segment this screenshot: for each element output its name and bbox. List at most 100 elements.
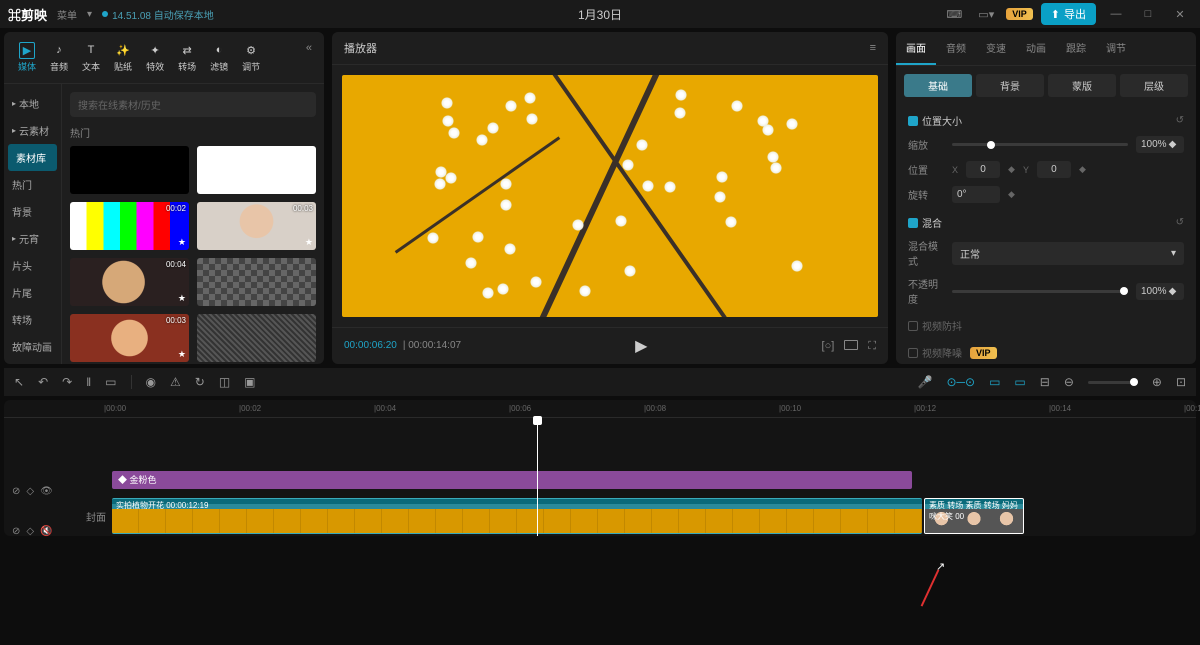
prop-subtab-1[interactable]: 背景 xyxy=(976,74,1044,97)
tool-tab-6[interactable]: ◐滤镜 xyxy=(204,38,234,77)
sidenav-item-1[interactable]: ▸云素材 xyxy=(4,117,61,144)
search-input[interactable]: 搜索在线素材/历史 xyxy=(70,92,316,117)
play-button[interactable]: ▶ xyxy=(635,336,647,356)
zoom-slider[interactable] xyxy=(1088,381,1138,384)
reset-blend-icon[interactable]: ↺ xyxy=(1176,217,1184,228)
tool-tab-1[interactable]: ♪音频 xyxy=(44,38,74,77)
menu-label[interactable]: 菜单 xyxy=(57,7,77,22)
prop-tab-0[interactable]: 画面 xyxy=(896,32,936,65)
effect-clip[interactable]: ◆ 金粉色 xyxy=(112,471,912,489)
close-button[interactable]: ✕ xyxy=(1168,8,1192,21)
export-button[interactable]: ⬆导出 xyxy=(1041,3,1096,25)
scale-slider[interactable] xyxy=(952,143,1128,146)
fullscreen-icon[interactable]: ⛶ xyxy=(868,340,876,353)
sidenav-item-3[interactable]: 热门 xyxy=(4,171,61,198)
undo-icon[interactable]: ↶ xyxy=(38,375,48,389)
denoise-checkbox[interactable] xyxy=(908,348,918,358)
media-thumb-0[interactable] xyxy=(70,146,189,194)
prop-subtab-0[interactable]: 基础 xyxy=(904,74,972,97)
media-thumb-2[interactable]: 00:02★ xyxy=(70,202,189,250)
stabilize-checkbox[interactable] xyxy=(908,321,918,331)
sidenav-item-5[interactable]: ▸元宵 xyxy=(4,225,61,252)
prop-tab-4[interactable]: 跟踪 xyxy=(1056,32,1096,65)
link-icon[interactable]: ▭ xyxy=(989,375,1000,389)
media-thumb-6[interactable]: 00:03★ xyxy=(70,314,189,362)
delete-icon[interactable]: ▭ xyxy=(105,375,116,389)
video-clip-2[interactable]: 素质 转场 素质 转场 妈妈咪大笑 00 xyxy=(924,498,1024,534)
minimize-button[interactable]: — xyxy=(1104,8,1128,20)
tool-tab-2[interactable]: T文本 xyxy=(76,38,106,77)
mic-icon[interactable]: 🎤 xyxy=(917,375,932,389)
prop-tab-3[interactable]: 动画 xyxy=(1016,32,1056,65)
sidenav-item-2[interactable]: 素材库 xyxy=(8,144,57,171)
media-thumb-7[interactable] xyxy=(197,314,316,362)
scale-input[interactable]: 100% ◆ xyxy=(1136,136,1184,153)
media-thumb-5[interactable] xyxy=(197,258,316,306)
magnet-icon[interactable]: ⊙─⊙ xyxy=(946,375,975,389)
layout-icon[interactable]: ▭▾ xyxy=(974,8,998,21)
prop-tab-1[interactable]: 音频 xyxy=(936,32,976,65)
prop-tab-2[interactable]: 变速 xyxy=(976,32,1016,65)
rotate-input[interactable]: 0° xyxy=(952,186,1000,203)
tool-tab-7[interactable]: ⚙调节 xyxy=(236,38,266,77)
pointer-icon[interactable]: ↖ xyxy=(14,375,24,389)
original-ratio-icon[interactable]: [○] xyxy=(822,340,835,353)
media-thumb-4[interactable]: 00:04★ xyxy=(70,258,189,306)
prop-tab-5[interactable]: 调节 xyxy=(1096,32,1136,65)
rotate-icon[interactable]: ↻ xyxy=(195,375,205,389)
time-display: 00:00:06:20 | 00:00:14:07 xyxy=(344,340,461,352)
sidenav-item-4[interactable]: 背景 xyxy=(4,198,61,225)
track-eye-icon[interactable]: ◇ xyxy=(26,486,34,497)
maximize-button[interactable]: □ xyxy=(1136,8,1160,20)
split-icon[interactable]: ‖ xyxy=(86,375,91,389)
preview-menu-icon[interactable]: ≡ xyxy=(870,42,876,54)
prop-subtab-2[interactable]: 蒙版 xyxy=(1048,74,1116,97)
zoom-in-icon[interactable]: ⊕ xyxy=(1152,375,1162,389)
opacity-input[interactable]: 100% ◆ xyxy=(1136,283,1184,300)
sidenav-item-9[interactable]: 故障动画 xyxy=(4,333,61,360)
sidenav-item-7[interactable]: 片尾 xyxy=(4,279,61,306)
track-lock-icon[interactable]: ⊘ xyxy=(12,486,20,497)
zoom-out-icon[interactable]: ⊖ xyxy=(1064,375,1074,389)
blend-mode-select[interactable]: 正常▾ xyxy=(952,242,1184,265)
redo-icon[interactable]: ↷ xyxy=(62,375,72,389)
preview-viewport[interactable] xyxy=(342,75,878,317)
fit-icon[interactable]: ⊡ xyxy=(1176,375,1186,389)
media-thumb-1[interactable] xyxy=(197,146,316,194)
pos-y-input[interactable]: 0 xyxy=(1037,161,1071,178)
opacity-slider[interactable] xyxy=(952,290,1128,293)
sidenav-item-10[interactable]: 空镜 xyxy=(4,360,61,364)
ratio-icon[interactable] xyxy=(844,340,858,353)
tool-tab-0[interactable]: ▶媒体 xyxy=(12,38,42,77)
media-thumb-3[interactable]: 00:03★ xyxy=(197,202,316,250)
reset-position-icon[interactable]: ↺ xyxy=(1176,115,1184,126)
track-sync-icon[interactable]: ⊟ xyxy=(1040,375,1050,389)
track-visible-icon[interactable]: 👁 xyxy=(40,486,53,497)
tool-tab-3[interactable]: ✨贴纸 xyxy=(108,38,138,77)
sidenav-item-0[interactable]: ▸本地 xyxy=(4,90,61,117)
prop-subtab-3[interactable]: 层级 xyxy=(1120,74,1188,97)
collapse-icon[interactable]: « xyxy=(302,38,316,77)
pos-x-input[interactable]: 0 xyxy=(966,161,1000,178)
preview-frame-icon[interactable]: ◉ xyxy=(146,375,156,389)
cover-label[interactable]: 封面 xyxy=(84,509,112,524)
mirror-icon[interactable]: ⚠ xyxy=(170,375,181,389)
preview-cut-icon[interactable]: ▭ xyxy=(1014,375,1025,389)
menu-chevron-icon[interactable]: ▾ xyxy=(87,9,92,20)
video-clip-1[interactable]: 实拍植物开花 00:00:12:19 xyxy=(112,498,922,534)
record-icon[interactable]: ▣ xyxy=(244,375,255,389)
track-mute-icon[interactable]: 🔇 xyxy=(40,526,52,537)
sidenav-item-8[interactable]: 转场 xyxy=(4,306,61,333)
track-lock-icon[interactable]: ⊘ xyxy=(12,526,20,537)
track-eye-icon[interactable]: ◇ xyxy=(26,526,34,537)
ruler-mark: |00:12 xyxy=(914,404,936,413)
playhead[interactable] xyxy=(537,418,538,536)
position-checkbox[interactable] xyxy=(908,116,918,126)
crop-icon[interactable]: ◫ xyxy=(219,375,230,389)
shortcut-icon[interactable]: ⌨ xyxy=(942,8,966,21)
tool-tab-4[interactable]: ✦特效 xyxy=(140,38,170,77)
tool-tab-5[interactable]: ⇄转场 xyxy=(172,38,202,77)
blend-checkbox[interactable] xyxy=(908,218,918,228)
vip-badge[interactable]: VIP xyxy=(1006,8,1033,20)
sidenav-item-6[interactable]: 片头 xyxy=(4,252,61,279)
